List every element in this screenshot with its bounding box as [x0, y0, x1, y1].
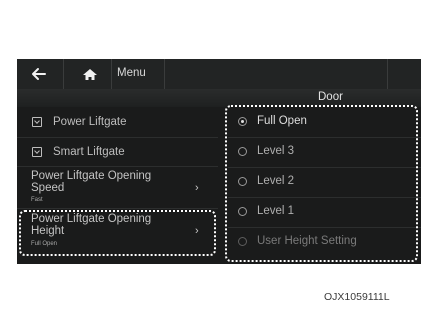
top-bar: Menu — [17, 59, 421, 89]
checkbox-icon[interactable] — [32, 147, 42, 157]
separator — [164, 59, 165, 89]
home-icon — [83, 69, 97, 80]
menu-item-label: Speed — [31, 182, 65, 194]
home-button[interactable] — [75, 63, 105, 85]
figure-code: OJX1059111L — [324, 291, 390, 303]
menu-item-smart-liftgate[interactable]: Smart Liftgate — [17, 137, 218, 167]
current-value: Fast — [31, 197, 43, 203]
separator — [63, 59, 64, 89]
checkbox-icon[interactable] — [32, 117, 42, 127]
menu-item-power-liftgate[interactable]: Power Liftgate — [17, 107, 218, 138]
separator — [387, 59, 388, 89]
menu-item-label: Smart Liftgate — [53, 146, 125, 158]
separator — [111, 59, 112, 89]
menu-button[interactable]: Menu — [117, 67, 146, 79]
menu-item-label: Power Liftgate Opening — [31, 170, 152, 182]
page-title: Door — [318, 91, 343, 103]
menu-item-opening-speed[interactable]: Power Liftgate Opening Speed Fast › — [17, 166, 218, 209]
back-button[interactable] — [25, 63, 55, 85]
back-arrow-icon — [32, 68, 46, 80]
infotainment-screen: Menu Door Power Liftgate Smart Liftgate … — [17, 59, 421, 264]
highlight-outline — [19, 210, 216, 256]
highlight-outline — [225, 105, 418, 262]
menu-item-label: Power Liftgate — [53, 116, 127, 128]
chevron-right-icon: › — [195, 182, 199, 194]
